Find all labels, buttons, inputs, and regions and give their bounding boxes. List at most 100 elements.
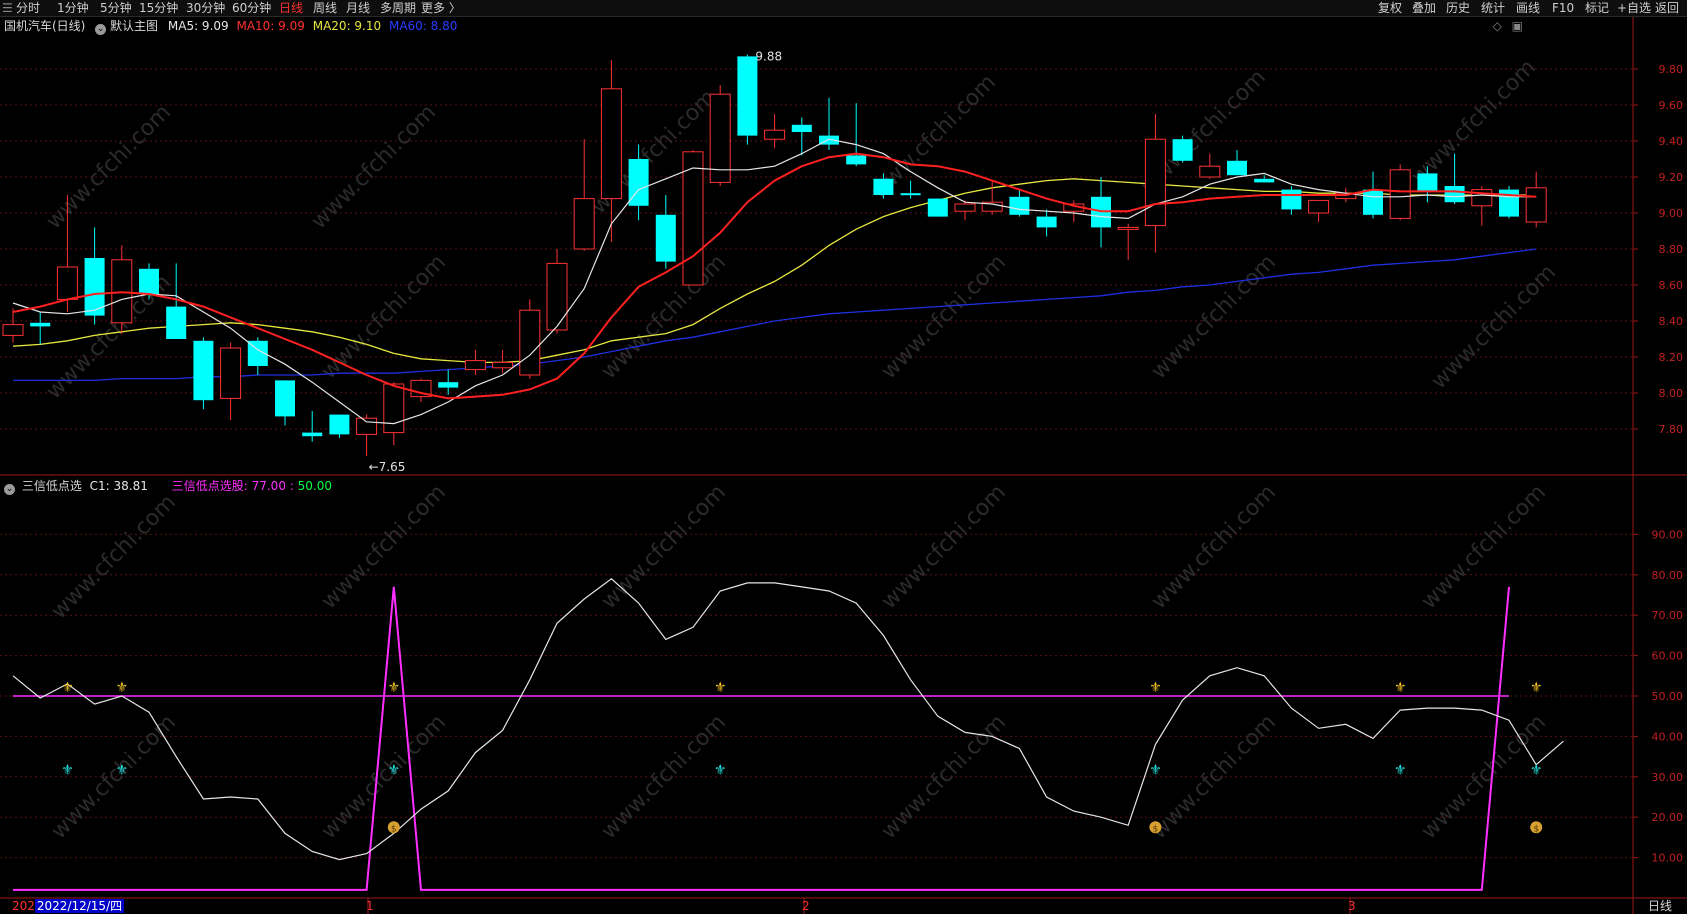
cyan-butterfly-icon: ⚜	[116, 763, 129, 779]
sub-y-tick-label: 30.00	[1652, 771, 1684, 784]
main-y-tick-label: 8.80	[1659, 243, 1684, 256]
date-prefix: 202	[12, 899, 35, 913]
sub-y-tick-label: 80.00	[1652, 569, 1684, 582]
candle-body	[1363, 189, 1383, 215]
watermark-text: www.cfchi.com	[597, 250, 731, 384]
candle-body	[1444, 186, 1465, 203]
watermark-text: www.cfchi.com	[1417, 480, 1551, 614]
sub-y-tick-label: 60.00	[1652, 650, 1684, 663]
candle-body	[846, 155, 867, 165]
high-price-label: 9.88	[755, 50, 782, 64]
cursor-date: 2022/12/15/四	[34, 899, 125, 913]
candle-body	[56, 266, 78, 300]
main-y-tick-label: 9.60	[1659, 99, 1684, 112]
ma5-value: MA5: 9.09	[167, 19, 229, 33]
ma20-line	[12, 178, 1537, 364]
gold-butterfly-icon: ⚜	[714, 680, 727, 696]
candle-body	[220, 347, 242, 399]
cyan-butterfly-icon: ⚜	[1394, 763, 1407, 779]
candle-body	[492, 361, 514, 369]
candle-body	[2, 324, 24, 336]
sub-y-tick-label: 50.00	[1652, 690, 1684, 703]
candle-body	[927, 198, 948, 217]
candle-body	[655, 214, 676, 262]
watermark-text: www.cfchi.com	[317, 480, 451, 614]
sub-legend: ⌄ 三信低点选 C1: 38.81 三信低点选股: 77.00 : 50.00	[4, 478, 332, 495]
gold-butterfly-icon: ⚜	[1530, 680, 1543, 696]
c1-value: C1: 38.81	[89, 479, 148, 493]
candle-body	[383, 383, 405, 434]
ma10-value: MA10: 9.09	[236, 19, 305, 33]
gold-butterfly-icon: ⚜	[1149, 680, 1162, 696]
indicator-dropdown-icon[interactable]: ⌄	[4, 484, 15, 495]
candle-body	[573, 198, 595, 250]
signal-sep: :	[285, 479, 298, 493]
candle-body	[600, 88, 622, 200]
candle-body	[764, 129, 786, 140]
watermark-text: www.cfchi.com	[307, 100, 441, 234]
signal-value-1: 77.00	[251, 479, 286, 493]
sub-y-tick-label: 20.00	[1652, 811, 1684, 824]
ma60-line	[13, 248, 1537, 382]
month-label-1: 1	[366, 899, 374, 913]
stock-name[interactable]: 国机汽车(日线)	[4, 19, 85, 33]
candle-body	[1281, 189, 1302, 210]
main-y-tick-label: 9.40	[1659, 135, 1684, 148]
candle-body	[1009, 196, 1030, 215]
candle-body	[1172, 139, 1193, 161]
candle-body	[329, 414, 350, 435]
low-price-label: ←7.65	[369, 460, 406, 474]
candle-body	[356, 417, 378, 435]
signal-line	[13, 586, 1510, 891]
candle-body	[464, 360, 486, 371]
watermark-text: www.cfchi.com	[597, 480, 731, 614]
watermark-text: www.cfchi.com	[1427, 260, 1561, 394]
main-y-tick-label: 8.20	[1659, 351, 1684, 364]
candle-body	[1308, 199, 1330, 214]
panel-toggle-icon[interactable]: ▣	[1512, 19, 1523, 33]
candle-body	[193, 340, 214, 401]
money-bag-symbol: $	[391, 824, 397, 834]
candle-body	[1525, 187, 1547, 223]
diamond-icon[interactable]: ◇	[1493, 19, 1502, 33]
candle-body	[791, 124, 812, 132]
month-label-3: 3	[1348, 899, 1356, 913]
watermark-text: www.cfchi.com	[1407, 55, 1541, 189]
watermark-text: www.cfchi.com	[317, 250, 451, 384]
cyan-butterfly-icon: ⚜	[388, 763, 401, 779]
candle-body	[1227, 160, 1247, 176]
candle-body	[900, 193, 921, 196]
watermark-text: www.cfchi.com	[47, 490, 181, 624]
indicator-name[interactable]: 三信低点选	[22, 479, 82, 493]
watermark-text: www.cfchi.com	[1147, 250, 1281, 384]
period-label[interactable]: 日线	[1648, 898, 1672, 914]
ma10-line	[12, 152, 1537, 400]
sub-y-tick-label: 40.00	[1652, 730, 1684, 743]
template-dropdown-icon[interactable]: ⌄	[95, 24, 107, 35]
candle-body	[1199, 165, 1221, 178]
candle-body	[438, 382, 459, 388]
candle-body	[30, 322, 51, 327]
signal-value-2: 50.00	[297, 479, 332, 493]
main-y-tick-label: 8.40	[1659, 315, 1684, 328]
candle-body	[1389, 169, 1411, 219]
sub-y-tick-label: 10.00	[1652, 852, 1684, 865]
candle-body	[682, 151, 704, 286]
money-bag-symbol: $	[1533, 824, 1539, 834]
sub-y-tick-label: 70.00	[1652, 609, 1684, 622]
candle-body	[166, 306, 187, 339]
cyan-butterfly-icon: ⚜	[1149, 763, 1162, 779]
watermark-text: www.cfchi.com	[1147, 480, 1281, 614]
candle-body	[139, 268, 159, 294]
candle-body	[1417, 173, 1438, 192]
cyan-butterfly-icon: ⚜	[61, 763, 74, 779]
template-name[interactable]: 默认主图	[110, 19, 158, 33]
sub-y-tick-label: 90.00	[1652, 528, 1684, 541]
main-y-tick-label: 8.00	[1659, 387, 1684, 400]
watermark-text: www.cfchi.com	[877, 480, 1011, 614]
month-label-2: 2	[802, 899, 810, 913]
date-axis: 202 2022/12/15/四	[0, 898, 125, 914]
main-y-tick-label: 9.20	[1659, 171, 1684, 184]
gold-butterfly-icon: ⚜	[61, 680, 74, 696]
ma20-value: MA20: 9.10	[312, 19, 382, 33]
